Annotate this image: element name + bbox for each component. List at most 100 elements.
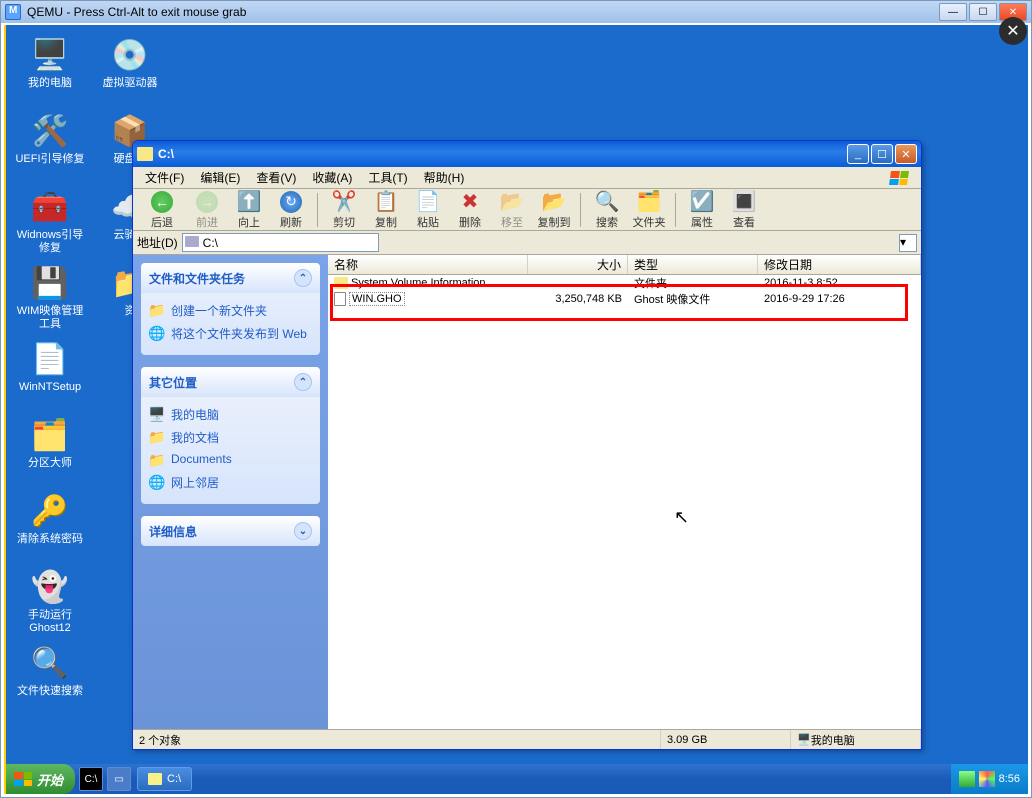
desktop-icon[interactable]: 🧰Widnows引导修复 [10,183,90,259]
tray-icon-1[interactable] [959,771,975,787]
column-date-header[interactable]: 修改日期 [758,255,921,274]
qemu-window: QEMU - Press Ctrl-Alt to exit mouse grab… [0,0,1032,798]
menu-view[interactable]: 查看(V) [248,167,304,188]
cursor-icon: ↖ [674,507,689,528]
status-size: 3.09 GB [661,730,791,749]
toolbar-delete-button[interactable]: ✖删除 [450,190,490,230]
start-button[interactable]: 开始 [6,764,75,794]
file-list-rows[interactable]: WIN.GHO 3,250,748 KB Ghost 映像文件 2016-9-2… [328,275,921,729]
file-size: 3,250,748 KB [528,293,628,305]
toolbar-copyto-button[interactable]: 📂复制到 [534,190,574,230]
desktop-icon-glyph: 🗂️ [30,415,70,455]
taskbox-details: 详细信息 ⌄ [141,516,320,546]
explorer-window: C:\ _ ☐ ✕ 文件(F) 编辑(E) 查看(V) 收藏(A) 工具(T) … [132,140,922,750]
menu-edit[interactable]: 编辑(E) [192,167,248,188]
taskpane-item-icon: 📁 [149,302,165,318]
toolbar-back-button[interactable]: ←后退 [139,190,185,230]
desktop-icon[interactable]: 🔍文件快速搜索 [10,639,90,715]
taskpane-item[interactable]: 📁我的文档 [149,426,312,449]
close-overlay-badge[interactable]: ✕ [999,17,1027,45]
desktop-icon-glyph: 🧰 [30,187,70,227]
folder-icon [148,773,162,785]
menu-file[interactable]: 文件(F) [137,167,192,188]
windows-flag-icon [14,772,32,786]
desktop-icon[interactable]: 🔑清除系统密码 [10,487,90,563]
qemu-maximize-button[interactable]: ☐ [969,3,997,21]
desktop-icon-glyph: 🛠️ [30,111,70,151]
desktop-icon[interactable]: 💾WIM映像管理工具 [10,259,90,335]
taskpane-item[interactable]: 🌐将这个文件夹发布到 Web [149,322,312,345]
chevron-up-icon[interactable]: ⌃ [294,373,312,391]
taskpane-item-label: 创建一个新文件夹 [171,302,267,319]
chevron-up-icon[interactable]: ⌃ [294,269,312,287]
qemu-minimize-button[interactable]: — [939,3,967,21]
file-row[interactable]: WIN.GHO 3,250,748 KB Ghost 映像文件 2016-9-2… [328,291,921,307]
explorer-close-button[interactable]: ✕ [895,144,917,164]
desktop-icon[interactable]: 🖥️我的电脑 [10,31,90,107]
file-row[interactable]: System Volume Information 文件夹 2016-11-3 … [328,275,921,291]
toolbar-views-button[interactable]: 🔳查看 [724,190,764,230]
explorer-title: C:\ [158,147,847,161]
toolbar-properties-button[interactable]: ☑️属性 [682,190,722,230]
taskpane-item-icon: 🖥️ [149,406,165,422]
toolbar-paste-button[interactable]: 📄粘贴 [408,190,448,230]
file-type: Ghost 映像文件 [628,291,758,307]
toolbar-refresh-button[interactable]: ↻刷新 [271,190,311,230]
task-pane: 文件和文件夹任务 ⌃ 📁 创建一个新文件夹 🌐将这个文件夹发布到 Web 其它位置 … [133,255,328,729]
desktop-icon[interactable]: 🗂️分区大师 [10,411,90,487]
taskbox-file-tasks: 文件和文件夹任务 ⌃ 📁 创建一个新文件夹 🌐将这个文件夹发布到 Web [141,263,320,355]
tray-icon-2[interactable] [979,771,995,787]
address-input[interactable] [182,233,379,252]
desktop-icon[interactable]: 💿虚拟驱动器 [90,31,170,107]
status-object-count: 2 个对象 [133,730,661,749]
desktop-icon-glyph: 👻 [30,567,70,607]
explorer-minimize-button[interactable]: _ [847,144,869,164]
xp-desktop[interactable]: 🖥️我的电脑💿虚拟驱动器🛠️UEFI引导修复📦硬盘检🧰Widnows引导修复☁️… [4,25,1028,794]
desktop-icon-label: 虚拟驱动器 [92,75,168,92]
desktop-icon[interactable]: 🛠️UEFI引导修复 [10,107,90,183]
file-name: System Volume Information [351,277,486,289]
column-size-header[interactable]: 大小 [528,255,628,274]
quick-launch-desktop[interactable]: ▭ [107,767,131,791]
toolbar-copy-button[interactable]: 📋复制 [366,190,406,230]
column-name-header[interactable]: 名称 [328,255,528,274]
toolbar-folders-button[interactable]: 🗂️文件夹 [629,190,669,230]
file-name: WIN.GHO [349,292,405,306]
taskpane-item-label: Documents [171,452,232,466]
taskpane-item[interactable]: 🌐网上邻居 [149,471,312,494]
taskbox-file-tasks-header[interactable]: 文件和文件夹任务 ⌃ [141,263,320,293]
toolbar-forward-button[interactable]: →前进 [187,190,227,230]
chevron-down-icon[interactable]: ⌄ [294,522,312,540]
desktop-icon-label: UEFI引导修复 [12,151,88,168]
column-type-header[interactable]: 类型 [628,255,758,274]
quick-launch-cmd[interactable]: C:\ [79,767,103,791]
menu-favorites[interactable]: 收藏(A) [304,167,360,188]
desktop-icon-label: 手动运行Ghost12 [12,607,88,637]
toolbar-cut-button[interactable]: ✂️剪切 [324,190,364,230]
taskpane-item-icon: 📁 [149,452,165,468]
toolbar-up-button[interactable]: ⬆️向上 [229,190,269,230]
menu-tools[interactable]: 工具(T) [360,167,415,188]
toolbar-moveto-button[interactable]: 📂移至 [492,190,532,230]
explorer-menubar: 文件(F) 编辑(E) 查看(V) 收藏(A) 工具(T) 帮助(H) [133,167,921,189]
taskbox-other-header[interactable]: 其它位置 ⌃ [141,367,320,397]
taskpane-item[interactable]: 📁 Documents [149,449,312,471]
toolbar-search-button[interactable]: 🔍搜索 [587,190,627,230]
taskbar-task-explorer[interactable]: C:\ [137,767,192,791]
tray-clock[interactable]: 8:56 [999,773,1020,785]
menu-help[interactable]: 帮助(H) [416,167,473,188]
desktop-icon[interactable]: 👻手动运行Ghost12 [10,563,90,639]
desktop-icon-glyph: 💿 [110,35,150,75]
desktop-icon-glyph: 📄 [30,339,70,379]
desktop-icon-glyph: 💾 [30,263,70,303]
explorer-maximize-button[interactable]: ☐ [871,144,893,164]
taskpane-item[interactable]: 🖥️我的电脑 [149,403,312,426]
address-dropdown-button[interactable]: ▾ [899,234,917,252]
taskpane-item[interactable]: 📁 创建一个新文件夹 [149,299,312,322]
system-tray[interactable]: 8:56 [951,764,1028,794]
qemu-titlebar[interactable]: QEMU - Press Ctrl-Alt to exit mouse grab… [1,1,1031,23]
taskpane-item-icon: 🌐 [149,474,165,490]
explorer-titlebar[interactable]: C:\ _ ☐ ✕ [133,141,921,167]
taskbox-details-header[interactable]: 详细信息 ⌄ [141,516,320,546]
desktop-icon[interactable]: 📄WinNTSetup [10,335,90,411]
